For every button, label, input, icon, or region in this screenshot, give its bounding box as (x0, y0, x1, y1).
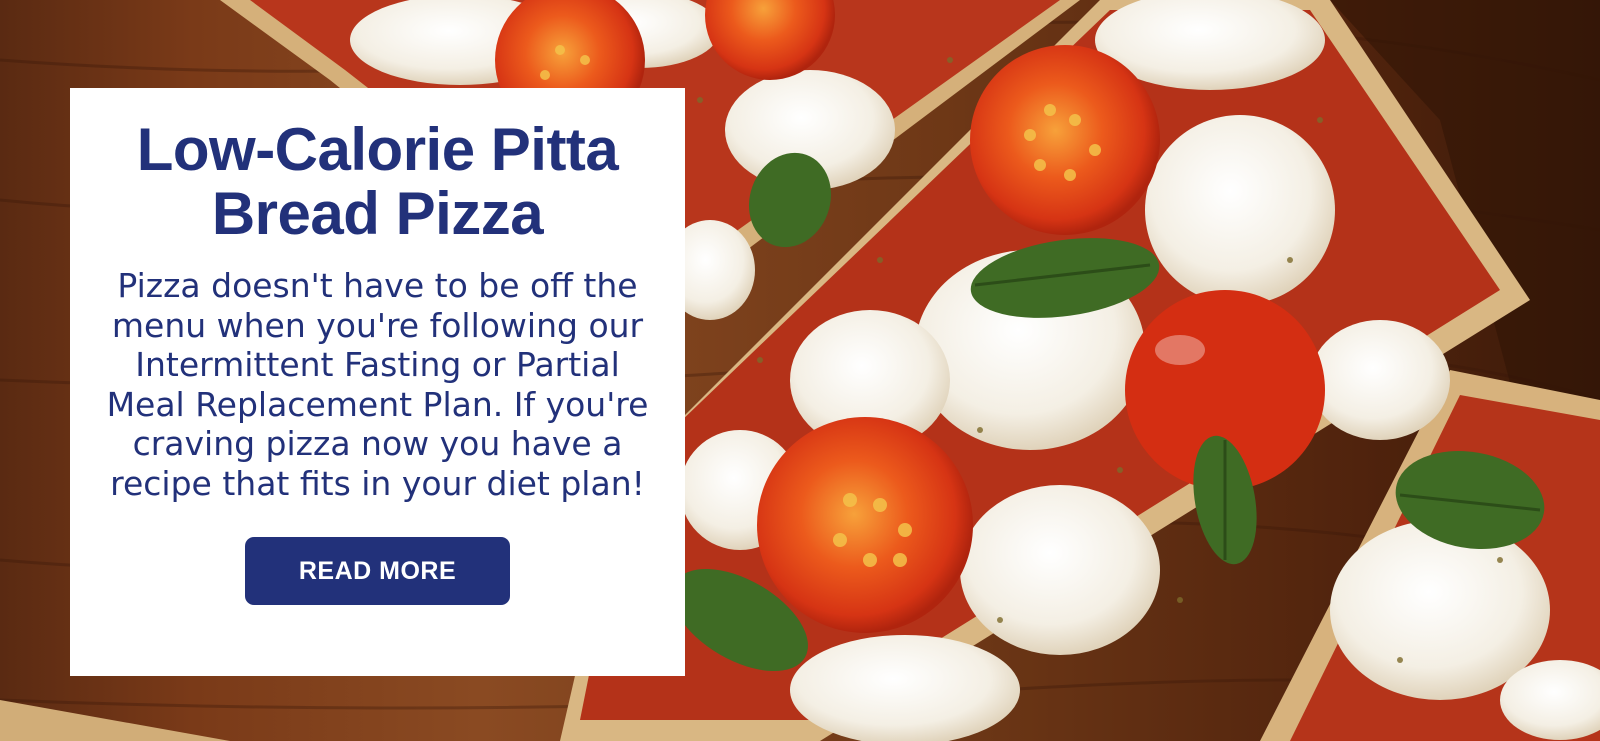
recipe-card: Low-Calorie Pitta Bread Pizza Pizza does… (70, 88, 685, 676)
hero-banner: Low-Calorie Pitta Bread Pizza Pizza does… (0, 0, 1600, 741)
recipe-title: Low-Calorie Pitta Bread Pizza (136, 116, 619, 247)
recipe-description: Pizza doesn't have to be off the menu wh… (106, 266, 649, 503)
read-more-button[interactable]: READ MORE (245, 537, 510, 605)
